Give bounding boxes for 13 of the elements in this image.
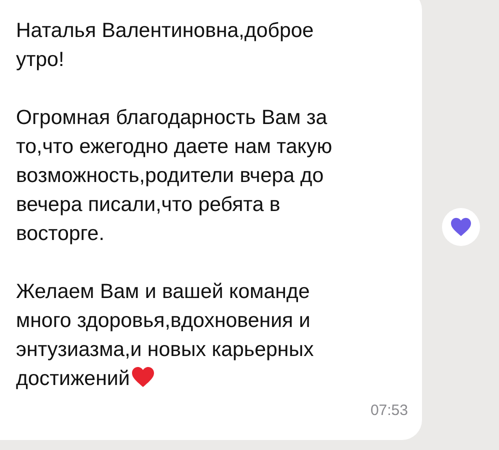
message-line: Огромная благодарность Вам за [16, 106, 328, 129]
message-line: энтузиазма,и новых карьерных [16, 338, 314, 361]
reaction-button[interactable] [442, 208, 480, 246]
message-line: утро! [16, 48, 64, 71]
message-line: вечера писали,что ребята в [16, 193, 280, 216]
message-line: Наталья Валентиновна,доброе [16, 19, 314, 42]
message-line: много здоровья,вдохновения и [16, 309, 310, 332]
message-line: достижений [16, 367, 130, 390]
message-line: возможность,родители вчера до [16, 164, 324, 187]
message-line: то,что ежегодно даете нам такую [16, 135, 332, 158]
message-time: 07:53 [370, 402, 409, 419]
message-line: восторге. [16, 222, 104, 245]
message-line: Желаем Вам и вашей команде [16, 280, 310, 303]
